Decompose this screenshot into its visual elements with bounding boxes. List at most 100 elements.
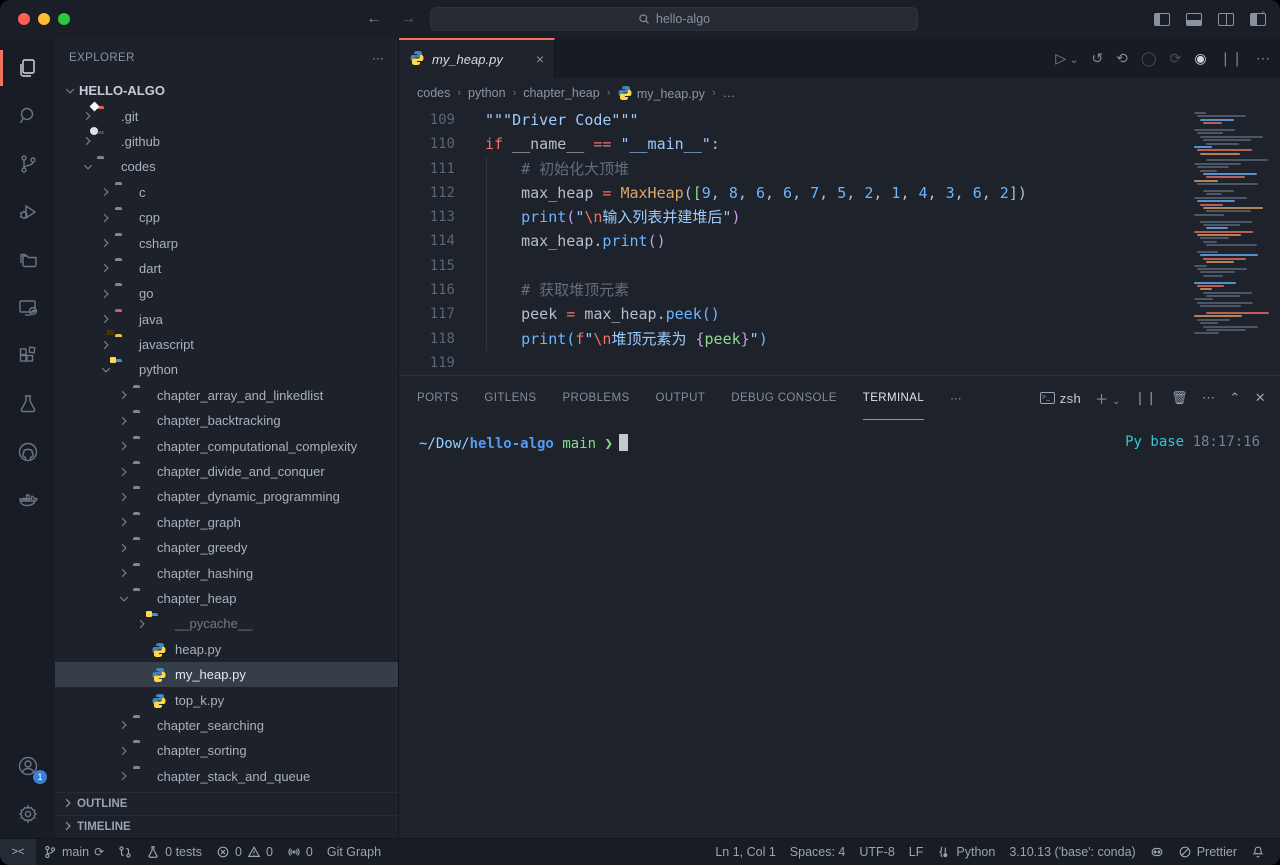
eol-setting[interactable]: LF <box>902 839 931 865</box>
tree-item-chapter-heap[interactable]: chapter_heap <box>55 586 398 611</box>
breadcrumb-item[interactable]: my_heap.py <box>617 85 705 101</box>
next-change-icon[interactable]: ⟳ <box>1170 50 1182 67</box>
zoom-window-button[interactable] <box>58 13 70 25</box>
code-line-111[interactable]: 111 # 初始化大顶堆 <box>399 157 1280 181</box>
tree-item-hello-algo[interactable]: HELLO-ALGO <box>55 78 398 103</box>
breadcrumb-item[interactable]: … <box>723 86 736 100</box>
tree-item-javascript[interactable]: javascript <box>55 332 398 357</box>
sidebar-section-outline[interactable]: OUTLINE <box>55 792 398 815</box>
settings-activity-icon[interactable] <box>0 790 55 838</box>
panel-tab-ports[interactable]: PORTS <box>417 376 458 420</box>
tree-item-chapter-backtracking[interactable]: chapter_backtracking <box>55 408 398 433</box>
minimize-window-button[interactable] <box>38 13 50 25</box>
python-interpreter[interactable]: 3.10.13 ('base': conda) <box>1002 839 1142 865</box>
tree-item-my-heap-py[interactable]: my_heap.py <box>55 662 398 687</box>
panel-tab-problems[interactable]: PROBLEMS <box>562 376 629 420</box>
tree-item-chapter-computational-complexity[interactable]: chapter_computational_complexity <box>55 433 398 458</box>
panel-tab-output[interactable]: OUTPUT <box>656 376 706 420</box>
search-activity-icon[interactable] <box>0 92 55 140</box>
git-graph-button[interactable]: Git Graph <box>320 839 388 865</box>
breadcrumb-item[interactable]: python <box>468 86 506 100</box>
toggle-secondary-sidebar-icon[interactable] <box>1218 13 1234 26</box>
code-line-119[interactable]: 119 <box>399 351 1280 375</box>
toggle-primary-sidebar-icon[interactable] <box>1154 13 1170 26</box>
github-activity-icon[interactable] <box>0 428 55 476</box>
tree-item-heap-py[interactable]: heap.py <box>55 637 398 662</box>
code-line-115[interactable]: 115 <box>399 254 1280 278</box>
copilot-status[interactable] <box>1143 839 1171 865</box>
branch-status[interactable]: main ⟳ <box>36 839 111 865</box>
tree-item-chapter-dynamic-programming[interactable]: chapter_dynamic_programming <box>55 484 398 509</box>
terminal[interactable]: ~/Dow/hello-algo main ❯ Py base 18:17:16 <box>399 420 1280 838</box>
ports-status[interactable]: 0 <box>280 839 320 865</box>
tree-item--pycache-[interactable]: __pycache__ <box>55 611 398 636</box>
change-icon[interactable]: ◯ <box>1141 50 1157 67</box>
new-terminal-icon[interactable]: ＋ ⌄ <box>1095 389 1120 408</box>
indentation-setting[interactable]: Spaces: 4 <box>783 839 853 865</box>
shell-selector[interactable]: >_zsh <box>1040 391 1081 406</box>
notifications-button[interactable] <box>1244 839 1272 865</box>
tree-item-cpp[interactable]: cpp <box>55 205 398 230</box>
code-editor[interactable]: 109"""Driver Code"""110if __name__ == "_… <box>399 108 1280 375</box>
explorer-more-icon[interactable]: ⋯ <box>372 51 384 65</box>
tab-my-heap-py[interactable]: my_heap.py × <box>399 38 555 78</box>
panel-tab-gitlens[interactable]: GITLENS <box>484 376 536 420</box>
code-line-110[interactable]: 110if __name__ == "__main__": <box>399 132 1280 156</box>
tree-item-codes[interactable]: codes <box>55 154 398 179</box>
timeline-history-icon[interactable]: ↺ <box>1091 50 1103 67</box>
tree-item-java[interactable]: java <box>55 307 398 332</box>
encoding-setting[interactable]: UTF-8 <box>852 839 901 865</box>
accounts-activity-icon[interactable]: 1 <box>0 742 55 790</box>
run-debug-activity-icon[interactable] <box>0 188 55 236</box>
panel-tab-debug-console[interactable]: DEBUG CONSOLE <box>731 376 837 420</box>
close-window-button[interactable] <box>18 13 30 25</box>
minimap[interactable] <box>1194 112 1272 336</box>
problems-status[interactable]: 0 0 <box>209 839 280 865</box>
code-line-118[interactable]: 118 print(f"\n堆顶元素为 {peek}") <box>399 327 1280 351</box>
tree-item-csharp[interactable]: csharp <box>55 230 398 255</box>
editor-more-actions-icon[interactable]: ⋯ <box>1256 50 1270 67</box>
tree-item-chapter-array-and-linkedlist[interactable]: chapter_array_and_linkedlist <box>55 383 398 408</box>
remote-explorer-activity-icon[interactable] <box>0 284 55 332</box>
customize-layout-icon[interactable] <box>1250 13 1266 26</box>
file-folders-activity-icon[interactable] <box>0 236 55 284</box>
tree-item--github[interactable]: .github <box>55 129 398 154</box>
split-editor-icon[interactable]: ❘❘ <box>1220 50 1243 67</box>
tree-item-chapter-searching[interactable]: chapter_searching <box>55 713 398 738</box>
code-line-114[interactable]: 114 max_heap.print() <box>399 229 1280 253</box>
source-control-activity-icon[interactable] <box>0 140 55 188</box>
tree-item-python[interactable]: python <box>55 357 398 382</box>
close-panel-icon[interactable]: ✕ <box>1255 390 1266 406</box>
code-line-109[interactable]: 109"""Driver Code""" <box>399 108 1280 132</box>
tree-item--git[interactable]: .git <box>55 103 398 128</box>
code-line-112[interactable]: 112 max_heap = MaxHeap([9, 8, 6, 6, 7, 5… <box>399 181 1280 205</box>
panel-more-actions-icon[interactable]: ⋯ <box>1202 390 1215 406</box>
extensions-activity-icon[interactable] <box>0 332 55 380</box>
split-terminal-icon[interactable]: ❘❘ <box>1135 390 1158 406</box>
kill-terminal-icon[interactable]: 🗑 <box>1171 390 1188 406</box>
tree-item-go[interactable]: go <box>55 281 398 306</box>
docker-activity-icon[interactable] <box>0 476 55 524</box>
run-code-icon[interactable]: ◉ <box>1194 50 1206 67</box>
panel-tab-terminal[interactable]: TERMINAL <box>863 376 924 420</box>
language-mode[interactable]: Python <box>930 839 1002 865</box>
git-compare-status[interactable] <box>111 839 139 865</box>
tree-item-chapter-stack-and-queue[interactable]: chapter_stack_and_queue <box>55 764 398 789</box>
breadcrumb-item[interactable]: codes <box>417 86 450 100</box>
tests-status[interactable]: 0 tests <box>139 839 209 865</box>
tab-close-icon[interactable]: × <box>536 51 544 67</box>
testing-activity-icon[interactable] <box>0 380 55 428</box>
panel-tabs-more-icon[interactable]: ⋯ <box>950 391 962 405</box>
previous-change-icon[interactable]: ⟲ <box>1116 50 1128 67</box>
breadcrumb-item[interactable]: chapter_heap <box>523 86 599 100</box>
forward-icon[interactable]: → <box>400 10 416 28</box>
maximize-panel-icon[interactable]: ⌃ <box>1229 390 1240 406</box>
code-line-113[interactable]: 113 print("\n输入列表并建堆后") <box>399 205 1280 229</box>
sidebar-section-timeline[interactable]: TIMELINE <box>55 815 398 838</box>
command-center-search[interactable]: hello-algo <box>430 7 918 31</box>
tree-item-top-k-py[interactable]: top_k.py <box>55 687 398 712</box>
run-python-file-icon[interactable]: ▷ ⌄ <box>1055 50 1078 67</box>
code-line-117[interactable]: 117 peek = max_heap.peek() <box>399 302 1280 326</box>
explorer-activity-icon[interactable] <box>0 44 55 92</box>
tree-item-chapter-divide-and-conquer[interactable]: chapter_divide_and_conquer <box>55 459 398 484</box>
